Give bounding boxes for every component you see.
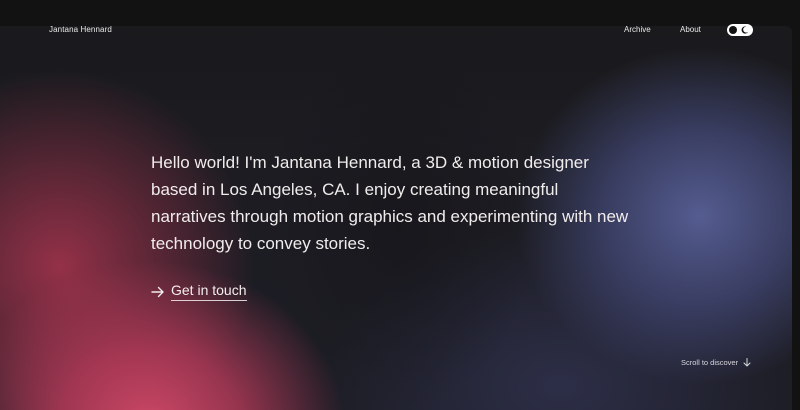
portfolio-page: Jantana Hennard Archive About Hello worl… bbox=[0, 0, 800, 410]
scroll-to-discover[interactable]: Scroll to discover bbox=[681, 358, 751, 367]
toggle-knob bbox=[729, 26, 737, 34]
arrow-down-icon bbox=[743, 358, 751, 367]
get-in-touch-link[interactable]: Get in touch bbox=[151, 282, 247, 301]
site-brand[interactable]: Jantana Hennard bbox=[49, 25, 112, 34]
scroll-label: Scroll to discover bbox=[681, 358, 739, 367]
moon-icon bbox=[741, 26, 749, 34]
nav-about-link[interactable]: About bbox=[680, 25, 701, 34]
arrow-right-icon bbox=[151, 286, 164, 297]
get-in-touch-label: Get in touch bbox=[171, 282, 247, 301]
theme-toggle[interactable] bbox=[727, 24, 753, 36]
nav-archive-link[interactable]: Archive bbox=[624, 25, 651, 34]
hero-intro-text: Hello world! I'm Jantana Hennard, a 3D &… bbox=[151, 153, 629, 253]
